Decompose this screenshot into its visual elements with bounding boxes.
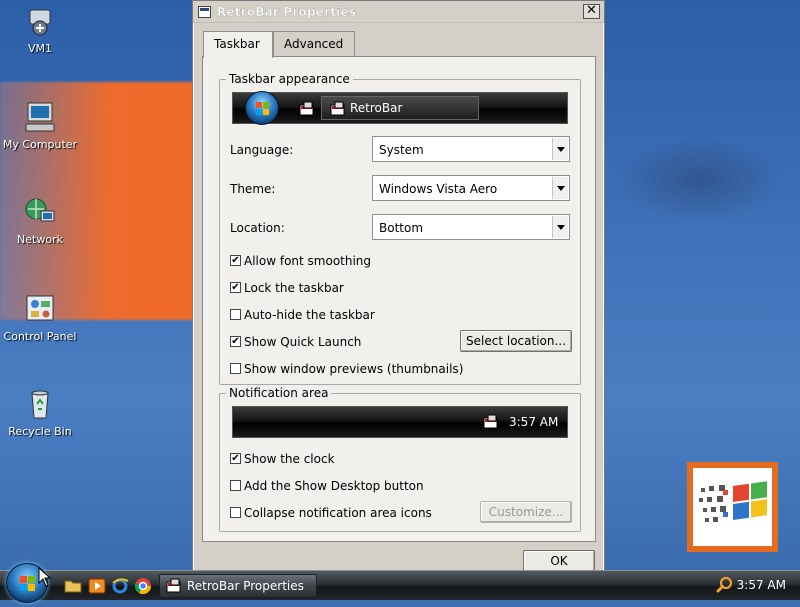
dropdown-value: Windows Vista Aero [379,182,498,196]
taskbar-clock[interactable]: 3:57 AM [737,578,786,592]
language-label: Language: [230,143,294,157]
desktop-icon-recycle-bin[interactable]: Recycle Bin [0,387,80,438]
preview-task-button: RetroBar [321,96,479,120]
checkbox-box[interactable] [230,480,241,491]
tab-advanced[interactable]: Advanced [273,31,355,57]
desktop-icon-label: Network [17,233,63,246]
tab-label: Taskbar [214,37,260,51]
vm-icon [29,9,51,36]
location-label: Location: [230,221,285,235]
checkbox-box[interactable] [230,309,241,320]
checkbox-label: Collapse notification area icons [244,506,432,520]
language-dropdown[interactable]: System [372,136,570,162]
recycle-bin-icon [31,390,49,419]
select-location-button[interactable]: Select location... [460,330,572,352]
preview-clock: 3:57 AM [509,415,559,429]
dropdown-value: System [379,143,424,157]
window-title: RetroBar Properties [217,5,357,19]
desktop-icon-vm1[interactable]: VM1 [0,6,80,55]
group-title: Taskbar appearance [226,72,353,86]
media-player-icon[interactable] [88,577,106,595]
start-orb-preview [245,91,279,125]
tab-taskbar[interactable]: Taskbar [203,31,273,58]
desktop-icon-label: Control Panel [3,330,77,343]
ok-button[interactable]: OK [523,550,595,572]
tab-panel: Taskbar appearance RetroBar Language: Sy… [202,56,596,542]
taskbar: RetroBar Properties 3:57 AM [0,563,800,603]
checkbox-box[interactable] [230,507,241,518]
checkbox-label: Lock the taskbar [244,281,344,295]
chevron-down-icon[interactable] [552,177,568,199]
chevron-down-icon[interactable] [552,216,568,238]
retrobar-app-icon [330,101,345,116]
internet-explorer-icon[interactable] [111,577,129,595]
windows-flag-icon [699,481,767,522]
checkbox-label: Show window previews (thumbnails) [244,362,464,376]
desktop-icon-label: Recycle Bin [8,425,72,438]
network-icon [25,198,55,222]
checkbox-label: Auto-hide the taskbar [244,308,375,322]
desktop-icon-network[interactable]: Network [0,195,80,246]
checkbox-box[interactable]: ✔ [230,255,241,266]
chevron-down-icon[interactable] [552,138,568,160]
notification-area-group: Notification area 3:57 AM ✔ Show the clo… [219,386,581,532]
checkbox-label: Allow font smoothing [244,254,372,268]
desktop-icon-my-computer[interactable]: My Computer [0,100,80,151]
title-bar[interactable]: RetroBar Properties ✕ [193,1,604,23]
windows-logo-icon [256,102,269,115]
location-dropdown[interactable]: Bottom [372,214,570,240]
notification-preview: 3:57 AM [232,406,568,438]
computer-icon [25,102,55,132]
retrobar-app-icon [299,101,314,116]
taskbar-button-label: RetroBar Properties [187,579,304,593]
dropdown-value: Bottom [379,221,424,235]
retrobar-properties-window: RetroBar Properties ✕ Taskbar Advanced T… [192,0,605,572]
control-panel-icon [26,295,54,321]
checkbox-box[interactable]: ✔ [230,282,241,293]
retrobar-app-icon [166,578,181,593]
chrome-icon[interactable] [134,577,152,595]
retrobar-tray-icon [483,414,498,429]
folder-icon[interactable] [64,577,82,595]
windows-logo-tile [687,462,778,552]
theme-label: Theme: [230,182,276,196]
search-icon[interactable] [716,576,734,594]
group-title: Notification area [226,386,332,400]
checkbox-box[interactable]: ✔ [230,336,241,347]
theme-dropdown[interactable]: Windows Vista Aero [372,175,570,201]
checkbox-label: Show the clock [244,452,335,466]
tab-label: Advanced [284,37,344,51]
mouse-cursor-icon [38,567,52,587]
taskbar-preview: RetroBar [232,91,568,125]
customize-button[interactable]: Customize... [480,501,572,523]
desktop-icon-label: My Computer [2,138,78,151]
checkbox-box[interactable] [230,363,241,374]
checkbox-label: Add the Show Desktop button [244,479,424,493]
desktop-icon-control-panel[interactable]: Control Panel [0,292,80,343]
preview-task-label: RetroBar [350,101,403,115]
desktop-icon-label: VM1 [27,42,52,55]
window-icon [198,6,211,18]
checkbox-box[interactable]: ✔ [230,453,241,464]
checkbox-label: Show Quick Launch [244,335,362,349]
close-button[interactable]: ✕ [583,4,600,19]
close-icon: ✕ [586,3,597,18]
taskbar-appearance-group: Taskbar appearance RetroBar Language: Sy… [219,72,581,385]
taskbar-button-retrobar-properties[interactable]: RetroBar Properties [159,574,317,598]
